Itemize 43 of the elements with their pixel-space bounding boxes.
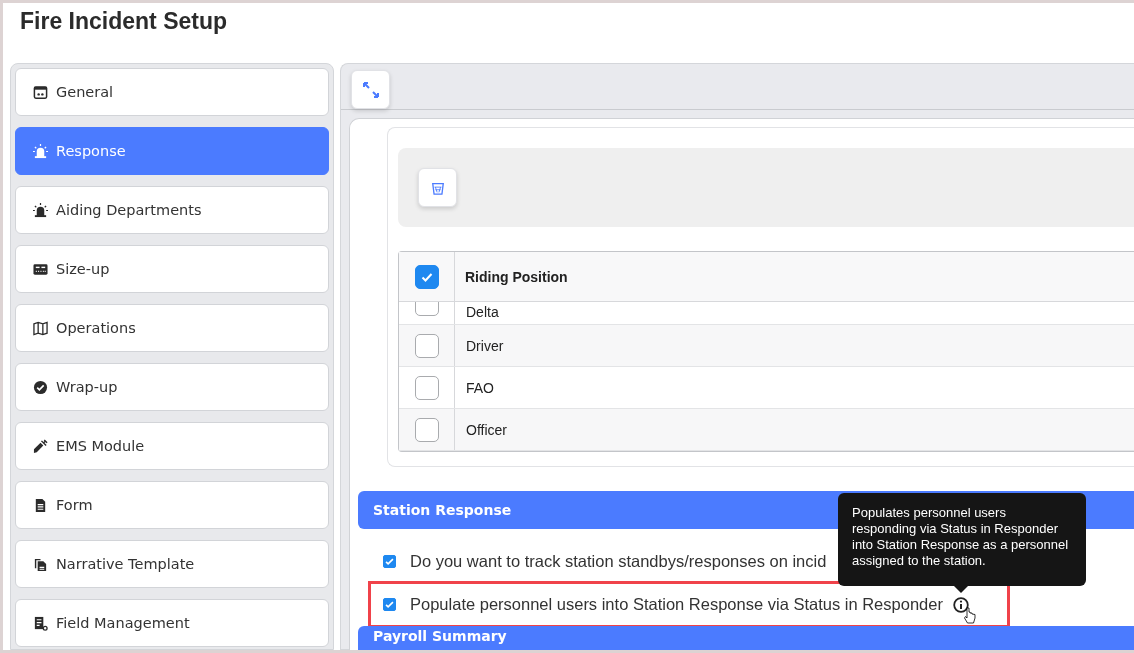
sidebar-item[interactable]: General <box>15 68 329 116</box>
column-header: Riding Position <box>464 267 568 287</box>
siren-icon <box>33 202 48 218</box>
table-cell-text: Officer <box>465 420 507 440</box>
sidebar-item[interactable]: Wrap-up <box>15 363 329 411</box>
expand-button[interactable] <box>351 70 390 109</box>
sidebar-item[interactable]: Aiding Departments <box>15 186 329 234</box>
option-checkbox[interactable] <box>383 554 396 568</box>
table-cell-text: Driver <box>465 336 504 356</box>
select-all-checkbox[interactable] <box>414 264 439 289</box>
row-checkbox[interactable] <box>414 417 439 442</box>
pointer-cursor-icon <box>964 607 976 625</box>
panel-icon <box>33 261 48 277</box>
sidebar-item[interactable]: Field Management <box>15 599 329 647</box>
document-icon <box>33 497 48 513</box>
copy-icon <box>33 556 48 572</box>
table-cell-text: Delta <box>465 303 499 322</box>
row-checkbox[interactable] <box>414 333 439 358</box>
sidebar-item[interactable]: Response <box>15 127 329 175</box>
delete-button[interactable] <box>418 168 457 207</box>
sidebar-item[interactable]: EMS Module <box>15 422 329 470</box>
option-label: Do you want to track station standbys/responses on incid <box>410 551 827 571</box>
calendar-icon <box>33 84 48 100</box>
option-label: Populate personnel users into Station Response via Status in Responder <box>410 595 943 614</box>
table-cell-text: FAO <box>465 378 494 398</box>
fields-icon <box>33 615 48 631</box>
check-circle-icon <box>33 379 48 395</box>
row-checkbox[interactable] <box>414 375 439 400</box>
tooltip-pointer <box>954 586 968 593</box>
tooltip: Populates personnel users responding via Status in Responder into Station Response as a personnel assigned to the station. <box>838 493 1086 586</box>
trash-icon <box>430 180 445 195</box>
sidebar-item[interactable]: Size-up <box>15 245 329 293</box>
siren-icon <box>33 143 48 159</box>
info-icon[interactable] <box>952 596 969 613</box>
expand-icon <box>360 79 381 100</box>
sidebar-item[interactable]: Operations <box>15 304 329 352</box>
sidebar-item[interactable]: Narrative Template <box>15 540 329 588</box>
section-header: Payroll Summary <box>358 626 1134 650</box>
syringe-icon <box>33 438 48 454</box>
sidebar-item[interactable]: Form <box>15 481 329 529</box>
map-icon <box>33 320 48 336</box>
option-checkbox[interactable] <box>383 598 396 611</box>
page-title: Fire Incident Setup <box>19 7 229 36</box>
